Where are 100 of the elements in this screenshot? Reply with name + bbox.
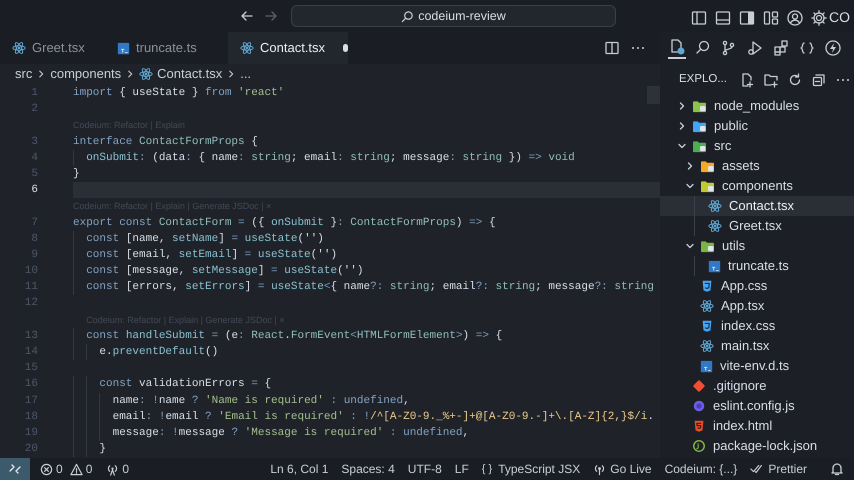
- editor-tab[interactable]: truncate.ts: [105, 32, 228, 64]
- file-tree-item[interactable]: components: [660, 176, 854, 196]
- secondary-sidebar-icon[interactable]: [738, 8, 756, 26]
- double-check-icon: [750, 463, 764, 475]
- file-tree-item[interactable]: eslint.config.js: [660, 396, 854, 416]
- warning-icon: [70, 462, 83, 476]
- code-line: }: [98, 443, 106, 456]
- breadcrumb-item[interactable]: src: [15, 64, 32, 84]
- settings-icon[interactable]: [810, 8, 828, 26]
- line-number: 7: [30, 216, 38, 230]
- layout-grid-icon[interactable]: [762, 8, 780, 26]
- line-number: 9: [30, 248, 38, 263]
- braces-icon[interactable]: { }: [482, 460, 492, 478]
- folder-icon: [692, 100, 707, 112]
- code-line: email: !email ? 'Email is required' : !/^[A-Z0-9._%+-]+@[A-Z0-9.-]+\.[A-Z]{2,}$/i.: [112, 410, 654, 423]
- explorer-files-icon[interactable]: [668, 37, 686, 59]
- problems-status[interactable]: 0 0: [40, 460, 92, 478]
- file-tree-item[interactable]: vite-env.d.ts: [660, 356, 854, 376]
- file-tree-item[interactable]: index.html: [660, 416, 854, 436]
- status-item[interactable]: Ln 6, Col 1: [270, 460, 328, 478]
- go-live-status[interactable]: Go Live: [593, 460, 652, 478]
- line-number: 5: [30, 166, 38, 182]
- sidebar-layout-icon[interactable]: [690, 8, 708, 26]
- line-number: 3: [30, 134, 38, 150]
- line-number: 19: [24, 426, 38, 441]
- code-line: const [email, setEmail] = useState(''): [85, 248, 338, 261]
- file-tree-item[interactable]: public: [660, 116, 854, 136]
- status-item[interactable]: LF: [454, 460, 469, 478]
- lightning-icon[interactable]: [824, 39, 842, 57]
- notification-bell-icon[interactable]: [830, 462, 844, 476]
- breadcrumb-item[interactable]: Contact.tsx: [139, 64, 222, 84]
- command-search-field[interactable]: codeium-review: [291, 5, 616, 27]
- new-folder-icon[interactable]: [762, 72, 779, 88]
- editor-tab[interactable]: Contact.tsx: [228, 32, 348, 64]
- error-icon: [40, 462, 53, 476]
- ports-status[interactable]: 0: [106, 460, 130, 478]
- file-tree-item[interactable]: truncate.ts: [660, 256, 854, 276]
- file-tree-item[interactable]: App.tsx: [660, 296, 854, 316]
- line-number: 17: [24, 394, 38, 409]
- code-line: onSubmit: (data: { name: string; email: string; message: string }) => void: [85, 152, 575, 164]
- account-icon[interactable]: [786, 8, 804, 26]
- file-tree-item[interactable]: Greet.tsx: [660, 216, 854, 236]
- editor-tab[interactable]: Greet.tsx: [0, 32, 105, 64]
- atom-icon: [700, 339, 714, 353]
- panel-layout-icon[interactable]: [714, 8, 732, 26]
- search-icon: [401, 10, 414, 22]
- broadcast-icon: [106, 462, 120, 476]
- broadcast-icon: [593, 462, 606, 476]
- breadcrumb-item[interactable]: ...: [240, 64, 252, 84]
- line-number: 18: [24, 410, 38, 425]
- extensions-icon[interactable]: [772, 39, 790, 57]
- file-tree-item[interactable]: assets: [660, 156, 854, 176]
- atom-icon: [139, 67, 154, 81]
- status-item[interactable]: Spaces: 4: [341, 460, 395, 478]
- line-number: 1: [30, 86, 38, 101]
- split-editor-icon[interactable]: [604, 40, 620, 56]
- code-line: interface ContactFormProps {: [73, 136, 258, 148]
- atom-icon: [240, 41, 254, 55]
- square-file-icon: [700, 360, 713, 372]
- file-tree-item[interactable]: main.tsx: [660, 336, 854, 356]
- run-debug-icon[interactable]: [746, 39, 764, 57]
- file-tree-item[interactable]: index.css: [660, 316, 854, 336]
- file-tree-item[interactable]: App.css: [660, 276, 854, 296]
- file-tree-item[interactable]: Contact.tsx: [660, 196, 854, 216]
- file-tree-item[interactable]: src: [660, 136, 854, 156]
- folder-icon: [700, 240, 715, 252]
- code-line: const validationErrors = {: [98, 378, 272, 390]
- collapse-all-icon[interactable]: [810, 72, 827, 88]
- folder-icon: [700, 180, 715, 192]
- atom-icon: [708, 199, 722, 213]
- prettier-status[interactable]: Prettier: [750, 460, 807, 478]
- folder-icon: [692, 140, 707, 152]
- line-number: 4: [30, 150, 38, 166]
- file-tree-item[interactable]: package-lock.json: [660, 436, 854, 456]
- shield-file-icon: [700, 319, 714, 333]
- folder-icon: [692, 120, 707, 132]
- atom-icon: [708, 219, 722, 233]
- remote-icon[interactable]: [0, 458, 30, 480]
- file-tree-item[interactable]: .gitignore: [660, 376, 854, 396]
- file-tree-item[interactable]: node_modules: [660, 96, 854, 116]
- line-number: 2: [30, 102, 38, 118]
- codeium-status[interactable]: Codeium: {...}: [664, 460, 738, 478]
- line-number: 20: [24, 442, 38, 458]
- code-line: export const ContactForm = ({ onSubmit }: ContactFormProps) => {: [73, 216, 496, 228]
- line-number: 10: [24, 264, 38, 280]
- line-number: 8: [30, 232, 38, 247]
- code-line: message: !message ? 'Message is required' : undefined,: [112, 426, 470, 439]
- account-initials[interactable]: CO: [829, 7, 850, 28]
- line-number: 14: [24, 345, 38, 360]
- shield-file-icon: [700, 279, 714, 293]
- file-tree-item[interactable]: utils: [660, 236, 854, 256]
- language-mode[interactable]: TypeScript JSX: [498, 460, 580, 478]
- line-number: 11: [24, 280, 38, 296]
- circle-file-icon: [692, 399, 706, 413]
- breadcrumb-item[interactable]: components: [50, 64, 122, 84]
- code-line: const [name, setName] = useState(''): [85, 232, 324, 245]
- code-line: import { useState } from 'react': [73, 87, 284, 99]
- status-item[interactable]: UTF-8: [408, 460, 442, 478]
- line-number: 6: [30, 183, 38, 198]
- code-line: const handleSubmit = (e: React.FormEvent<HTMLFormElement>) => {: [85, 330, 502, 342]
